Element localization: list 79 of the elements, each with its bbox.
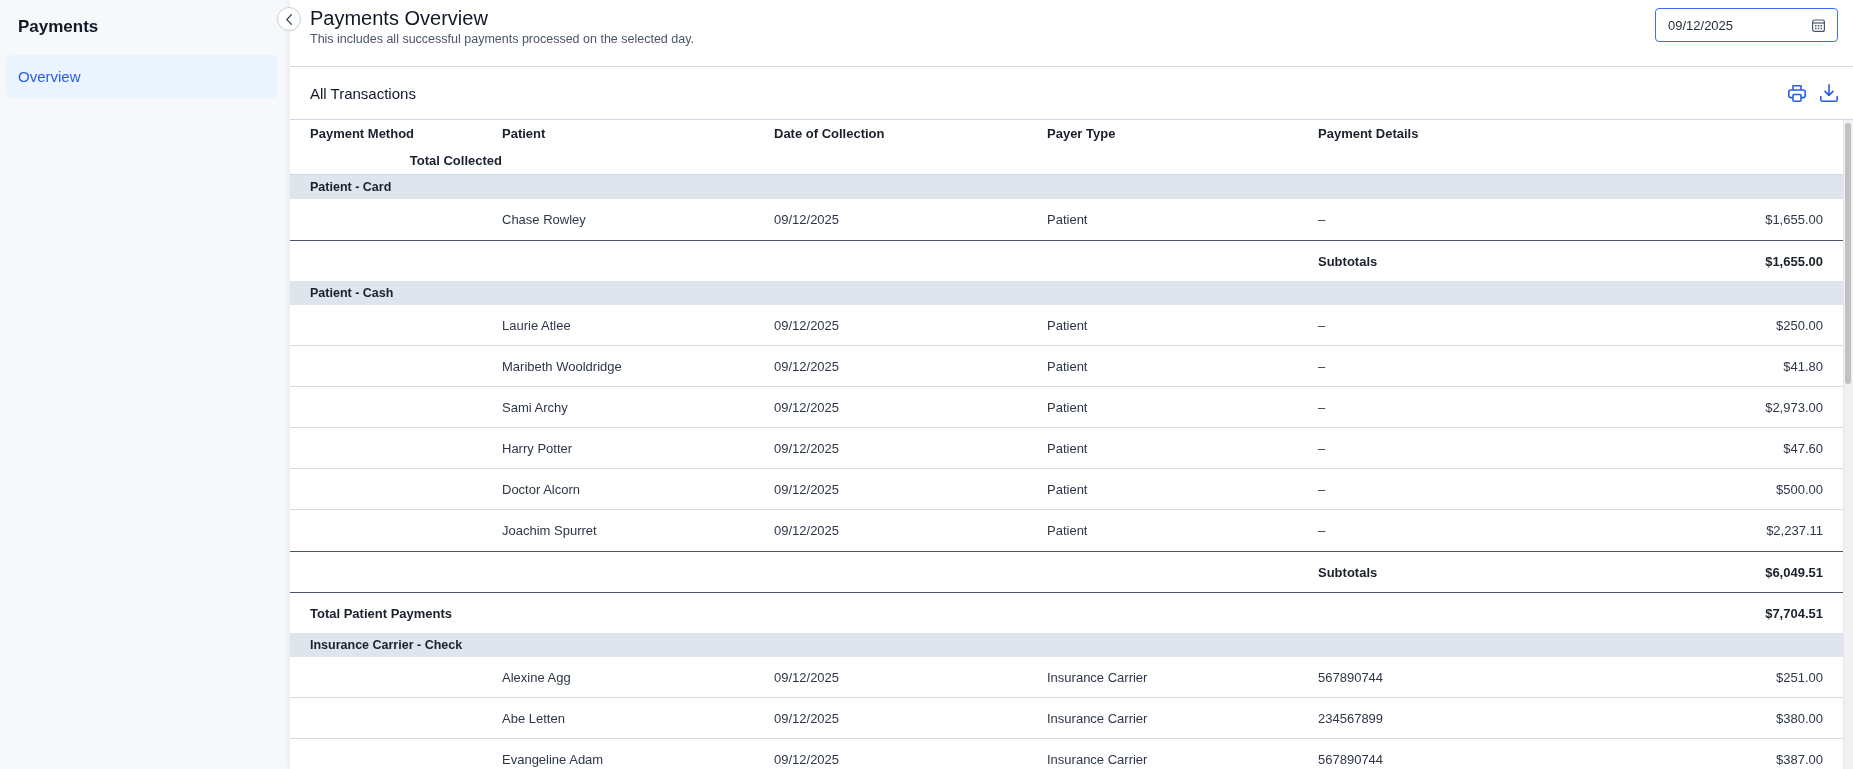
table-cell: Alexine Agg <box>502 669 571 685</box>
table-cell: – <box>1318 440 1326 456</box>
table-cell: 09/12/2025 <box>774 669 840 685</box>
table-cell: 567890744 <box>1318 751 1384 767</box>
table-cell: 09/12/2025 <box>774 212 840 227</box>
group-label: Patient - Card <box>310 180 392 194</box>
table-cell: $47.60 <box>1783 440 1823 456</box>
table-cell: Patient <box>1047 317 1088 333</box>
table-cell: 09/12/2025 <box>774 317 840 333</box>
table-cell: Laurie Atlee <box>502 317 571 333</box>
table-cell: 09/12/2025 <box>774 399 840 415</box>
table-cell: 09/12/2025 <box>774 481 840 497</box>
table-cell: $251.00 <box>1776 669 1823 685</box>
column-header: Total Collected <box>409 153 502 168</box>
subtotal-amount: $6,049.51 <box>1765 564 1823 580</box>
table-cell: Joachim Spurret <box>502 523 597 538</box>
table-cell: Patient <box>1047 212 1088 227</box>
download-button[interactable] <box>1820 84 1838 102</box>
table-cell: Patient <box>1047 358 1088 374</box>
group-label: Insurance Carrier - Check <box>310 638 463 652</box>
table-cell: Chase Rowley <box>502 212 586 227</box>
calendar-icon <box>1812 18 1825 32</box>
sidebar-title: Payments <box>17 16 100 38</box>
table-cell: $1,655.00 <box>1765 212 1823 227</box>
subtotal-label: Subtotals <box>1318 564 1378 580</box>
table-cell: – <box>1318 212 1326 227</box>
column-header: Payment Details <box>1318 126 1419 141</box>
total-label: Total Patient Payments <box>310 605 453 621</box>
table-cell: Evangeline Adam <box>502 751 604 767</box>
table-cell: Doctor Alcorn <box>502 481 581 497</box>
print-button[interactable] <box>1788 84 1806 102</box>
table-cell: 09/12/2025 <box>774 710 840 726</box>
table-cell: Maribeth Wooldridge <box>502 358 622 374</box>
table-cell: $387.00 <box>1776 751 1823 767</box>
date-field[interactable]: 09/12/2025 <box>1655 8 1838 42</box>
sidebar-item[interactable]: Overview <box>6 55 278 98</box>
column-header: Date of Collection <box>774 126 885 141</box>
table-cell: $2,237.11 <box>1766 523 1823 538</box>
table-cell: – <box>1318 399 1326 415</box>
group-label: Patient - Cash <box>310 286 394 300</box>
scrollbar-thumb[interactable] <box>1845 123 1851 384</box>
table-cell: $500.00 <box>1776 481 1823 497</box>
table-cell: Insurance Carrier <box>1047 710 1148 726</box>
table-cell: 234567899 <box>1318 710 1384 726</box>
column-header: Payment Method <box>310 126 414 141</box>
page-subtitle: This includes all successful payments processed on the selected day. <box>310 31 694 47</box>
subtotal-label: Subtotals <box>1318 253 1378 269</box>
table-cell: – <box>1318 358 1326 374</box>
printer-icon <box>1788 84 1806 102</box>
table-cell: – <box>1318 523 1326 538</box>
table-cell: Insurance Carrier <box>1047 669 1148 685</box>
total-amount: $7,704.51 <box>1765 605 1823 621</box>
table-cell: 09/12/2025 <box>774 358 840 374</box>
table-cell: $250.00 <box>1776 317 1823 333</box>
table-cell: 09/12/2025 <box>774 751 840 767</box>
table-cell: Insurance Carrier <box>1047 751 1148 767</box>
download-icon <box>1820 84 1838 102</box>
table-cell: 567890744 <box>1318 669 1384 685</box>
table-cell: Abe Letten <box>502 710 565 726</box>
table-cell: Patient <box>1047 481 1088 497</box>
page-title: Payments Overview <box>310 6 488 30</box>
section-title: All Transactions <box>310 84 416 102</box>
table-cell: 09/12/2025 <box>774 523 840 538</box>
table-cell: $2,973.00 <box>1765 399 1823 415</box>
table-cell: – <box>1318 481 1326 497</box>
column-header: Payer Type <box>1047 126 1116 141</box>
table-cell: Patient <box>1047 440 1088 456</box>
table-cell: $380.00 <box>1776 710 1823 726</box>
chevron-left-icon <box>286 13 292 25</box>
column-header: Patient <box>502 126 546 141</box>
subtotal-amount: $1,655.00 <box>1765 253 1823 269</box>
table-cell: Sami Archy <box>502 399 568 415</box>
table-cell: 09/12/2025 <box>774 440 840 456</box>
table-cell: Patient <box>1047 399 1088 415</box>
table-cell: – <box>1318 317 1326 333</box>
table-cell: Patient <box>1047 523 1088 538</box>
table-cell: Harry Potter <box>502 440 573 456</box>
collapse-button[interactable] <box>277 7 301 31</box>
table-cell: $41.80 <box>1783 358 1823 374</box>
